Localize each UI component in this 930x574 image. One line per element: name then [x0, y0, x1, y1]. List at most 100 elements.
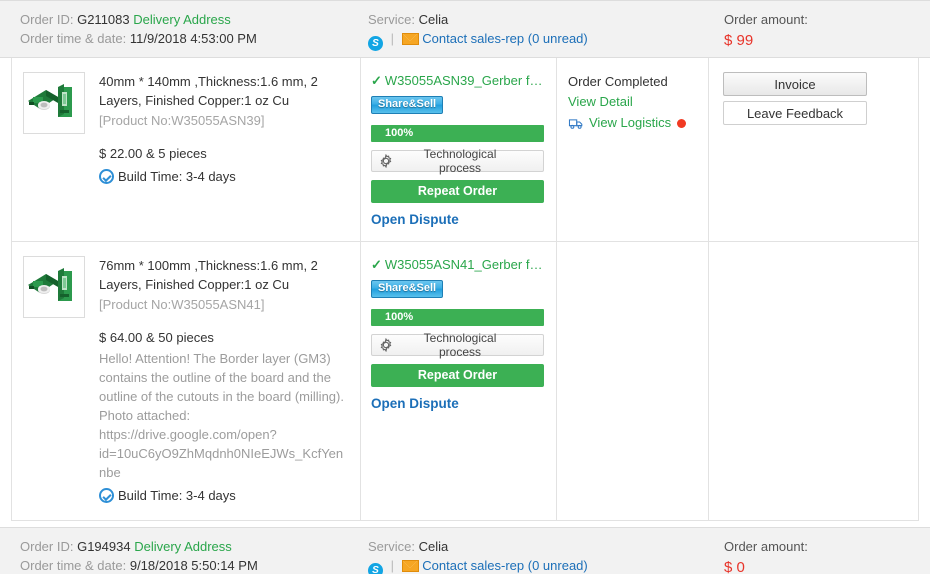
delivery-address-link[interactable]: Delivery Address: [134, 539, 232, 554]
order-id-label: Order ID:: [20, 12, 73, 27]
order-time-value: 9/18/2018 5:50:14 PM: [130, 558, 258, 573]
actions-cell: [708, 242, 918, 520]
product-title: 76mm * 100mm ,Thickness:1.6 mm, 2 Layers…: [99, 256, 346, 294]
table-row: 40mm * 140mm ,Thickness:1.6 mm, 2 Layers…: [12, 58, 918, 242]
repeat-order-button[interactable]: Repeat Order: [371, 180, 544, 203]
gerber-file-link[interactable]: ✓W35055ASN41_Gerber fo...: [371, 256, 544, 273]
contact-sales-rep-link[interactable]: Contact sales-rep (0 unread): [422, 31, 587, 46]
view-detail-link[interactable]: View Detail: [568, 92, 698, 112]
gerber-file-name: W35055ASN39_Gerber fo...: [385, 73, 544, 88]
order-identity: Order ID: G194934 Delivery Address Order…: [0, 537, 358, 574]
order-time-line: Order time & date: 11/9/2018 4:53:00 PM: [20, 29, 358, 48]
service-label: Service:: [368, 539, 415, 554]
contact-line: S | Contact sales-rep (0 unread): [368, 29, 708, 51]
gear-icon: [379, 338, 393, 352]
order-time-label: Order time & date:: [20, 31, 126, 46]
repeat-order-button[interactable]: Repeat Order: [371, 364, 544, 387]
build-time-label: Build Time: 3-4 days: [118, 169, 236, 184]
technological-process-button[interactable]: Technological process: [371, 334, 544, 356]
service-label: Service:: [368, 12, 415, 27]
gerber-file-link[interactable]: ✓W35055ASN39_Gerber fo...: [371, 72, 544, 89]
service-line: Service: Celia: [368, 10, 708, 29]
product-info: 40mm * 140mm ,Thickness:1.6 mm, 2 Layers…: [99, 72, 346, 227]
share-and-sell-badge[interactable]: Share&Sell: [371, 96, 443, 114]
order-service: Service: Celia S | Contact sales-rep (0 …: [358, 10, 708, 51]
clock-check-icon: [99, 488, 114, 503]
build-time: Build Time: 3-4 days: [99, 486, 346, 506]
order-time-value: 11/9/2018 4:53:00 PM: [130, 31, 257, 46]
product-note: Hello! Attention! The Border layer (GM3)…: [99, 349, 346, 482]
order-status: Order Completed: [568, 72, 698, 92]
order-amount-value: $ 99: [724, 30, 930, 52]
pcb-board-thumbnail[interactable]: [23, 72, 85, 134]
order-time-label: Order time & date:: [20, 558, 126, 573]
product-price: $ 64.00 & 50 pieces: [99, 328, 346, 347]
order-service: Service: Celia S | Contact sales-rep (0 …: [358, 537, 708, 574]
product-cell: 76mm * 100mm ,Thickness:1.6 mm, 2 Layers…: [12, 242, 360, 520]
order-id-line: Order ID: G194934 Delivery Address: [20, 537, 358, 556]
view-logistics-label: View Logistics: [589, 113, 671, 133]
orders-page: Order ID: G211083 Delivery Address Order…: [0, 0, 930, 574]
check-icon: ✓: [371, 73, 382, 88]
invoice-button[interactable]: Invoice: [723, 72, 867, 96]
product-title: 40mm * 140mm ,Thickness:1.6 mm, 2 Layers…: [99, 72, 346, 110]
open-dispute-link[interactable]: Open Dispute: [371, 212, 544, 227]
service-name: Celia: [419, 12, 449, 27]
product-cell: 40mm * 140mm ,Thickness:1.6 mm, 2 Layers…: [12, 58, 360, 241]
contact-sales-rep-link[interactable]: Contact sales-rep (0 unread): [422, 558, 587, 573]
order-amount-label: Order amount:: [724, 537, 930, 557]
separator: |: [387, 558, 398, 573]
separator: |: [387, 31, 398, 46]
open-dispute-link[interactable]: Open Dispute: [371, 396, 544, 411]
delivery-address-link[interactable]: Delivery Address: [133, 12, 231, 27]
leave-feedback-button[interactable]: Leave Feedback: [723, 101, 867, 125]
product-price: $ 22.00 & 5 pieces: [99, 144, 346, 163]
status-cell: [556, 242, 708, 520]
table-row: 76mm * 100mm ,Thickness:1.6 mm, 2 Layers…: [12, 242, 918, 520]
check-icon: ✓: [371, 257, 382, 272]
pcb-board-thumbnail[interactable]: [23, 256, 85, 318]
gear-icon: [379, 154, 393, 168]
view-logistics-link[interactable]: View Logistics: [568, 113, 698, 133]
service-name: Celia: [419, 539, 449, 554]
skype-icon[interactable]: S: [368, 563, 383, 574]
product-number: [Product No:W35055ASN41]: [99, 294, 346, 316]
order-amount: Order amount: $ 0: [708, 537, 930, 574]
share-and-sell-badge[interactable]: Share&Sell: [371, 280, 443, 298]
skype-icon[interactable]: S: [368, 36, 383, 51]
technological-process-label: Technological process: [401, 147, 543, 175]
build-time-label: Build Time: 3-4 days: [118, 488, 236, 503]
order-time-line: Order time & date: 9/18/2018 5:50:14 PM: [20, 556, 358, 574]
gerber-file-name: W35055ASN41_Gerber fo...: [385, 257, 544, 272]
order-id-value: G194934: [77, 539, 131, 554]
truck-icon: [568, 117, 584, 130]
product-number: [Product No:W35055ASN39]: [99, 110, 346, 132]
service-line: Service: Celia: [368, 537, 708, 556]
status-cell: Order Completed View Detail View Logisti…: [556, 58, 708, 241]
clock-check-icon: [99, 169, 114, 184]
order-items-table: 40mm * 140mm ,Thickness:1.6 mm, 2 Layers…: [11, 58, 919, 521]
envelope-icon[interactable]: [402, 560, 419, 572]
actions-cell: Invoice Leave Feedback: [708, 58, 918, 241]
order-header: Order ID: G211083 Delivery Address Order…: [0, 0, 930, 58]
order-header: Order ID: G194934 Delivery Address Order…: [0, 527, 930, 574]
envelope-icon[interactable]: [402, 33, 419, 45]
progress-bar: 100%: [371, 125, 544, 142]
order-block: Order ID: G194934 Delivery Address Order…: [0, 527, 930, 574]
product-info: 76mm * 100mm ,Thickness:1.6 mm, 2 Layers…: [99, 256, 346, 506]
contact-line: S | Contact sales-rep (0 unread): [368, 556, 708, 574]
build-time: Build Time: 3-4 days: [99, 167, 346, 187]
order-id-line: Order ID: G211083 Delivery Address: [20, 10, 358, 29]
order-id-value: G211083: [77, 12, 130, 27]
order-amount-label: Order amount:: [724, 10, 930, 30]
order-block: Order ID: G211083 Delivery Address Order…: [0, 0, 930, 521]
order-id-label: Order ID:: [20, 539, 73, 554]
technological-process-button[interactable]: Technological process: [371, 150, 544, 172]
order-amount: Order amount: $ 99: [708, 10, 930, 52]
order-amount-value: $ 0: [724, 557, 930, 574]
progress-bar: 100%: [371, 309, 544, 326]
order-identity: Order ID: G211083 Delivery Address Order…: [0, 10, 358, 48]
red-dot-icon: [677, 119, 686, 128]
technological-process-label: Technological process: [401, 331, 543, 359]
files-cell: ✓W35055ASN41_Gerber fo... Share&Sell 100…: [360, 242, 556, 520]
